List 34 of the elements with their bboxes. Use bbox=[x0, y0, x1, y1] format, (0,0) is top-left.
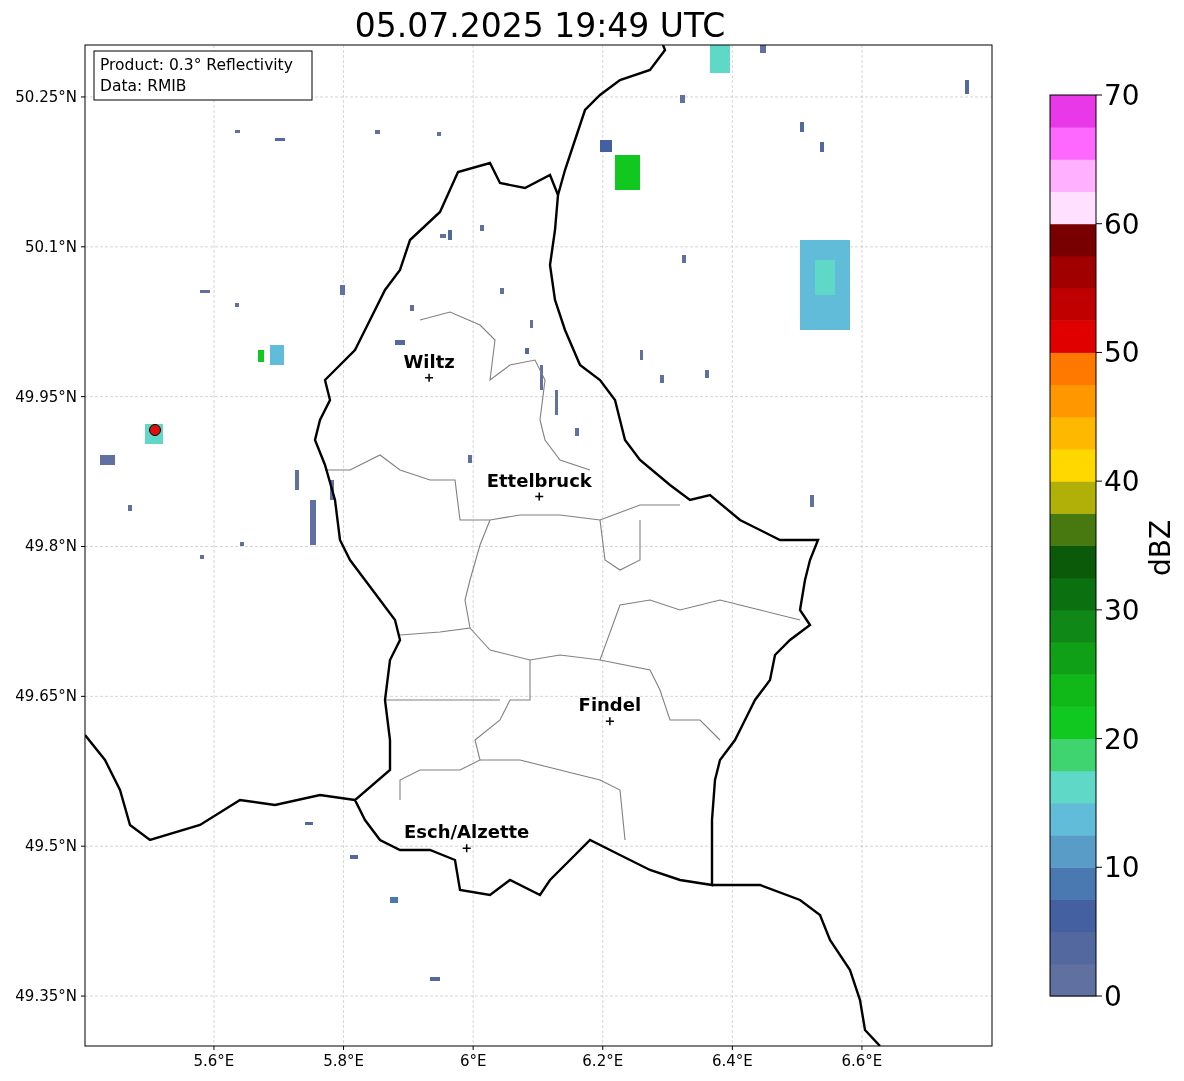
scale-tick-label: 50 bbox=[1104, 336, 1140, 370]
latitude-label: 49.5°N bbox=[24, 837, 77, 856]
scale-tick-label: 40 bbox=[1104, 465, 1140, 499]
longitude-label: 5.6°E bbox=[193, 1052, 235, 1070]
latitude-label: 50.1°N bbox=[24, 237, 77, 256]
latitude-label: 49.65°N bbox=[15, 687, 77, 706]
scale-tick-label: 60 bbox=[1104, 207, 1140, 241]
scale-tick-label: 30 bbox=[1104, 593, 1140, 627]
longitude-label: 6°E bbox=[459, 1052, 487, 1070]
info-text: Product: 0.3° Reflectivity bbox=[100, 56, 293, 74]
info-text: Data: RMIB bbox=[100, 77, 187, 95]
longitude-label: 6.6°E bbox=[841, 1052, 883, 1070]
city-label: Ettelbruck bbox=[486, 469, 592, 491]
latitude-label: 49.95°N bbox=[15, 387, 77, 406]
radar-site-icon bbox=[149, 424, 161, 436]
scale-tick-label: 0 bbox=[1104, 980, 1122, 1013]
city-marker-icon bbox=[605, 716, 615, 727]
city-label: Esch/Alzette bbox=[404, 821, 530, 843]
longitude-label: 5.8°E bbox=[323, 1052, 364, 1070]
city-marker-icon bbox=[424, 372, 434, 383]
city-label: Findel bbox=[578, 694, 642, 716]
latitude-label: 49.8°N bbox=[24, 537, 77, 556]
scale-tick-label: 10 bbox=[1104, 851, 1140, 885]
scale-tick-label: 70 bbox=[1104, 79, 1140, 112]
latitude-label: 50.25°N bbox=[15, 87, 77, 106]
longitude-label: 6.2°E bbox=[582, 1052, 624, 1070]
city-label: Wiltz bbox=[403, 350, 455, 372]
scale-tick-label: 20 bbox=[1104, 722, 1140, 756]
city-marker-icon bbox=[461, 843, 472, 853]
scale-axis-label: dBZ bbox=[1144, 519, 1177, 577]
city-marker-icon bbox=[534, 491, 544, 502]
latitude-label: 49.35°N bbox=[15, 987, 77, 1006]
chart-title: 05.07.2025 19:49 UTC bbox=[354, 6, 726, 45]
longitude-label: 6.4°E bbox=[711, 1052, 753, 1070]
